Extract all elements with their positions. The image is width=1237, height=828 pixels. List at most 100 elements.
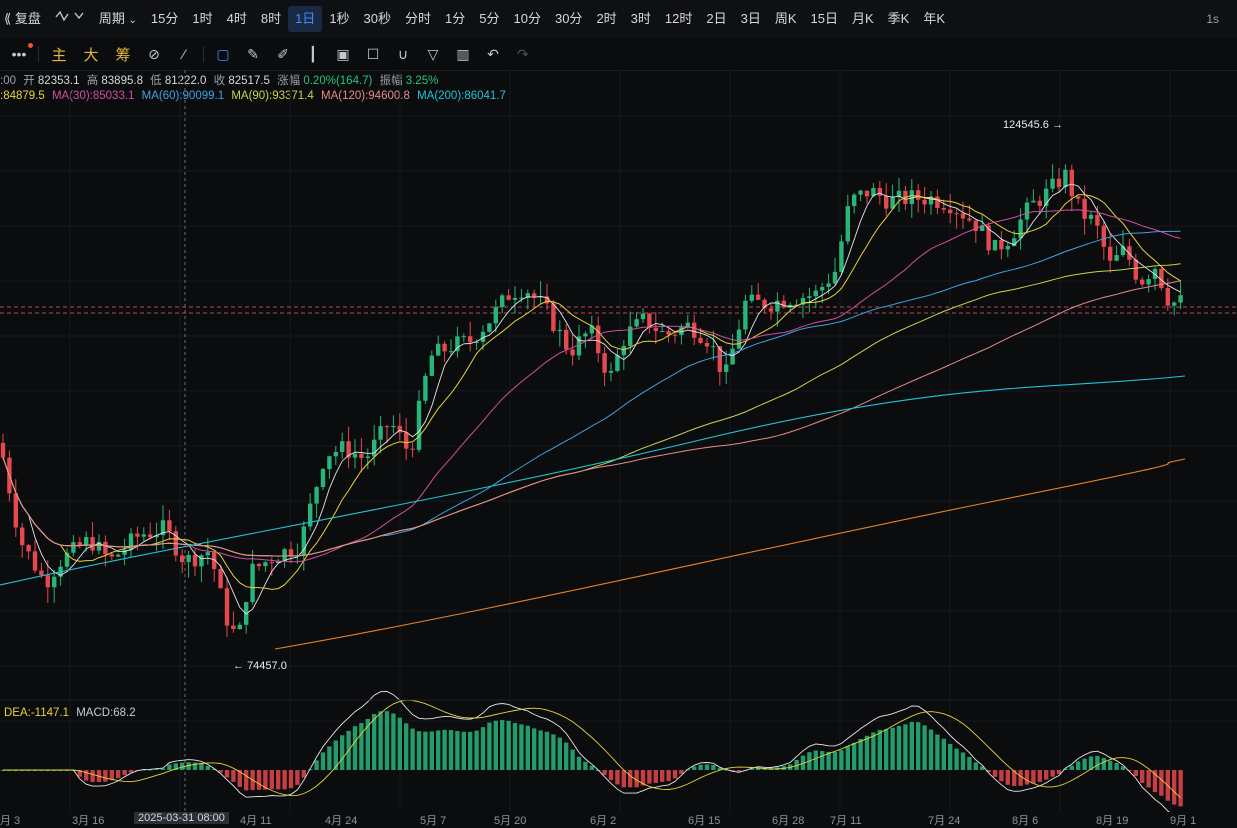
macd-bar <box>1095 755 1100 770</box>
tf-1m[interactable]: 1分 <box>438 6 472 32</box>
redo-icon[interactable]: ↷ <box>508 40 538 68</box>
tf-12h[interactable]: 12时 <box>658 6 699 32</box>
candle-body <box>1031 200 1036 203</box>
candle-body <box>487 323 492 332</box>
macd-bar <box>340 735 345 770</box>
macd-bar <box>1133 770 1138 777</box>
low-price-marker: ← 74457.0 <box>233 659 287 672</box>
tf-timeshare[interactable]: 分时 <box>398 6 438 32</box>
candle-body <box>199 555 204 567</box>
macd-bar <box>90 770 95 783</box>
candle-body <box>493 306 498 324</box>
bookmark-icon[interactable]: ▢ <box>208 40 238 68</box>
lock-icon[interactable]: ▣ <box>328 40 358 68</box>
double-chevron-left-icon: ⟪ <box>4 11 12 26</box>
magnet-icon[interactable]: ∪ <box>388 40 418 68</box>
note-icon[interactable]: ☐ <box>358 40 388 68</box>
large-order-button[interactable]: 大 <box>75 40 107 68</box>
macd-bar <box>519 724 524 770</box>
tf-year[interactable]: 年K <box>916 6 952 32</box>
chips-button[interactable]: 筹 <box>107 40 139 68</box>
candle-body <box>640 313 646 320</box>
tf-1w[interactable]: 周K <box>768 6 804 32</box>
tf-2h[interactable]: 2时 <box>589 6 623 32</box>
trash-icon[interactable]: ▥ <box>448 40 478 68</box>
macd-bar <box>506 720 511 770</box>
ruler-icon[interactable]: ✎ <box>238 40 268 68</box>
candle-body <box>1063 169 1068 188</box>
tf-15m[interactable]: 15分 <box>144 6 185 32</box>
tf-1mo[interactable]: 月K <box>845 6 881 32</box>
candle-body <box>1146 279 1151 285</box>
candle-body <box>922 199 927 205</box>
crosshair-icon[interactable]: ⊘ <box>139 40 169 68</box>
macd-bar <box>602 770 607 776</box>
candle-body <box>583 333 588 337</box>
macd-bar <box>1044 770 1049 780</box>
price-chart[interactable] <box>0 70 1237 812</box>
candle-body <box>416 400 422 450</box>
macd-bar <box>877 729 882 770</box>
candle-body <box>743 300 748 330</box>
macd-bar <box>813 750 818 770</box>
tf-4h[interactable]: 4时 <box>220 6 254 32</box>
candle-body <box>1108 246 1113 261</box>
line-tool-icon[interactable]: ⁄ <box>169 40 199 68</box>
macd-bar <box>314 760 319 770</box>
candle-body <box>327 456 332 470</box>
period-dropdown[interactable]: 周期 ⌄ <box>92 6 144 32</box>
macd-bar <box>103 770 108 782</box>
realtime-label[interactable]: 1s <box>1206 0 1219 38</box>
macd-bar <box>845 746 850 770</box>
macd-bar <box>941 738 946 770</box>
macd-bar <box>909 721 914 770</box>
tf-30s[interactable]: 30秒 <box>357 6 398 32</box>
candle-tool-icon[interactable]: ┃ <box>298 40 328 68</box>
macd-bar <box>1024 770 1030 785</box>
undo-icon[interactable]: ↶ <box>478 40 508 68</box>
tf-30m[interactable]: 30分 <box>548 6 589 32</box>
macd-bar <box>295 770 300 785</box>
tf-1d[interactable]: 1日 <box>288 6 323 32</box>
macd-bar <box>628 770 633 788</box>
candle-body <box>1140 279 1145 285</box>
candle-body <box>916 190 921 200</box>
candle-body <box>820 286 825 291</box>
macd-bar <box>160 768 166 770</box>
candle-body <box>999 239 1004 250</box>
tf-8h[interactable]: 8时 <box>254 6 288 32</box>
candle-body <box>1082 198 1087 219</box>
candle-body <box>468 336 473 343</box>
macd-bar <box>922 725 927 770</box>
candle-body <box>768 308 774 312</box>
candle-body <box>218 569 223 589</box>
tf-5m[interactable]: 5分 <box>472 6 506 32</box>
tf-3h[interactable]: 3时 <box>624 6 658 32</box>
x-axis-label: 9月 1 <box>1170 815 1197 827</box>
candle-body <box>384 426 390 428</box>
main-chart-button[interactable]: 主 <box>43 40 75 68</box>
tf-1h[interactable]: 1时 <box>185 6 219 32</box>
tf-1s[interactable]: 1秒 <box>322 6 356 32</box>
tf-2d[interactable]: 2日 <box>699 6 733 32</box>
candle-body <box>698 337 703 343</box>
indicator-icon[interactable] <box>48 6 92 32</box>
tf-3d[interactable]: 3日 <box>734 6 768 32</box>
back-button[interactable]: ⟪ 复盘 <box>0 6 48 32</box>
filter-icon[interactable]: ▽ <box>418 40 448 68</box>
macd-bar <box>583 761 588 770</box>
pencil-icon[interactable]: ✐ <box>268 40 298 68</box>
macd-bar <box>903 724 908 770</box>
tf-quarter[interactable]: 季K <box>881 6 917 32</box>
tf-10m[interactable]: 10分 <box>507 6 548 32</box>
macd-bar <box>672 770 678 779</box>
tf-15d[interactable]: 15日 <box>804 6 845 32</box>
candle-body <box>858 190 863 195</box>
candle-body <box>148 534 153 538</box>
macd-bar <box>647 770 652 784</box>
macd-bar <box>372 713 377 770</box>
macd-bar <box>122 770 127 776</box>
macd-bar <box>960 752 966 770</box>
candle-body <box>410 448 415 450</box>
macd-bar <box>992 770 998 777</box>
